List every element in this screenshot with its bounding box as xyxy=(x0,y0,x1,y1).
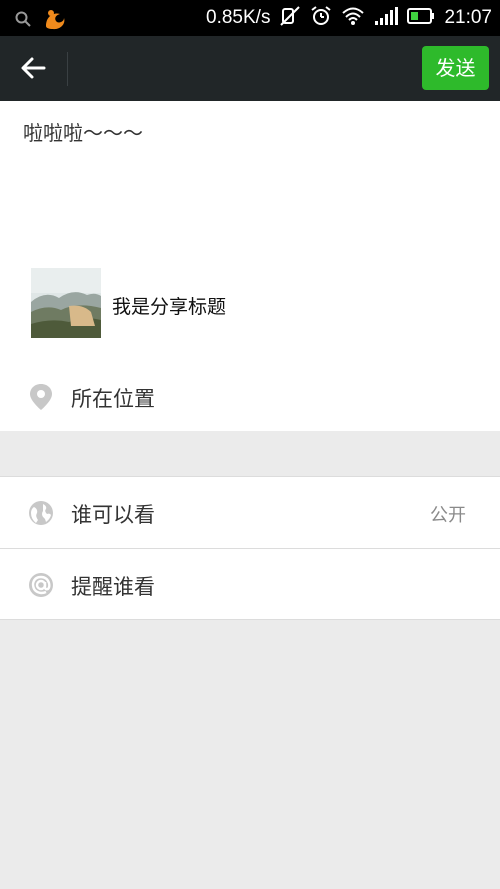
globe-icon xyxy=(28,500,54,526)
mute-icon xyxy=(279,5,301,31)
search-icon xyxy=(14,10,32,32)
location-label: 所在位置 xyxy=(71,387,155,411)
compose-area: 啦啦啦～～～ 我是分享标题 所在位置 xyxy=(0,101,500,431)
top-navbar: 发送 xyxy=(0,36,500,101)
location-pin-icon xyxy=(28,383,54,410)
alarm-icon xyxy=(310,5,332,31)
clock-time: 21:07 xyxy=(444,7,492,28)
arrow-left-icon[interactable] xyxy=(18,52,50,84)
network-speed: 0.85K/s xyxy=(206,7,271,28)
mention-label: 提醒谁看 xyxy=(71,575,155,599)
send-button[interactable]: 发送 xyxy=(422,46,489,90)
signal-icon xyxy=(374,6,399,30)
battery-icon xyxy=(407,7,435,29)
uc-browser-icon xyxy=(42,6,68,36)
nav-divider xyxy=(67,52,68,86)
share-thumbnail xyxy=(31,268,101,338)
mention-row[interactable]: 提醒谁看 xyxy=(0,549,500,620)
at-sign-icon xyxy=(28,572,54,598)
options-panel: 谁可以看 公开 提醒谁看 xyxy=(0,476,500,620)
status-bar: 0.85K/s 21:07 xyxy=(0,0,500,36)
visibility-label: 谁可以看 xyxy=(71,503,155,527)
wifi-icon xyxy=(341,6,365,30)
post-text-input[interactable]: 啦啦啦～～～ xyxy=(23,117,143,146)
share-title: 我是分享标题 xyxy=(112,296,227,318)
visibility-row[interactable]: 谁可以看 公开 xyxy=(0,477,500,548)
visibility-value: 公开 xyxy=(430,505,466,526)
location-row[interactable]: 所在位置 xyxy=(0,361,500,431)
